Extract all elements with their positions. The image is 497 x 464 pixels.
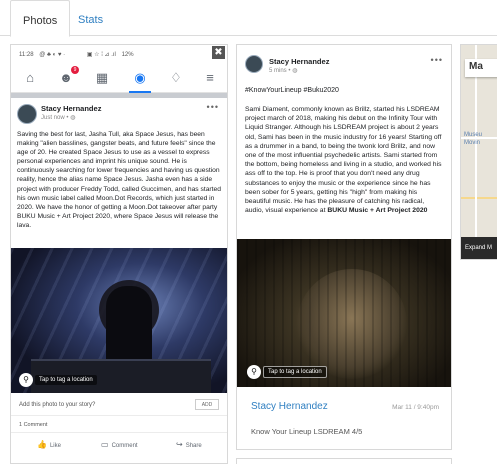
post-photo[interactable]: ⚲ Tap to tag a location: [11, 248, 227, 393]
post-meta: Just now • ◍: [41, 115, 76, 121]
map-title: Ma: [465, 59, 497, 77]
post-card-screenshot: ✖ 11:28 @ ♣ ◐ ♥ · ▣ ☆ ⁞ ⊿ .ıl 12% ⌂ ☻ 9 …: [10, 44, 228, 464]
post-hashtags: #KnowYourLineup #Buku2020: [245, 87, 339, 94]
status-right-icons: ▣ ☆ ⁞ ⊿ .ıl: [86, 52, 116, 58]
comment-count[interactable]: 1 Comment: [11, 415, 227, 433]
marketplace-icon[interactable]: ▦: [93, 69, 111, 87]
home-icon[interactable]: ⌂: [21, 69, 39, 87]
selected-tab-indicator: [129, 91, 151, 93]
tag-location-label: Tap to tag a location: [35, 374, 97, 385]
phone-status-bar: 11:28 @ ♣ ◐ ♥ · ▣ ☆ ⁞ ⊿ .ıl 12%: [11, 45, 227, 63]
author-name[interactable]: Stacy Hernandez: [41, 104, 101, 113]
status-battery: 12%: [121, 52, 134, 58]
post-body-text: Sami Diament, commonly known as Brillz, …: [245, 106, 442, 215]
thumbs-up-icon: 👍: [37, 440, 47, 449]
story-prompt: Add this photo to your story? ADD: [11, 393, 227, 415]
notification-badge: 9: [71, 66, 79, 74]
tab-photos[interactable]: Photos: [10, 0, 71, 37]
profile-icon[interactable]: ◉: [131, 69, 149, 87]
map-card[interactable]: Ma Museu Movin Expand M: [460, 44, 497, 260]
next-post-card[interactable]: [236, 458, 452, 464]
post-date: Mar 11 / 9:40pm: [392, 404, 439, 411]
story-prompt-text: Add this photo to your story?: [19, 402, 96, 408]
expand-map-button[interactable]: Expand M: [461, 237, 497, 259]
share-button[interactable]: ↪ Share: [176, 440, 202, 449]
like-button[interactable]: 👍 Like: [37, 440, 61, 449]
location-pin-icon: ⚲: [247, 364, 261, 379]
location-pin-icon: ⚲: [19, 372, 33, 387]
share-icon: ↪: [176, 440, 183, 449]
avatar[interactable]: [245, 55, 263, 73]
tag-location-label: Tap to tag a location: [263, 365, 327, 378]
post-actions: 👍 Like ▭ Comment ↪ Share: [11, 433, 227, 455]
map-place-label: Museu Movin: [464, 132, 483, 146]
post-photo[interactable]: ⚲ Tap to tag a location: [237, 239, 451, 387]
share-label: Share: [185, 443, 202, 449]
facebook-nav-bar: ⌂ ☻ 9 ▦ ◉ ♢ ≡: [11, 63, 227, 93]
status-time: 11:28: [19, 52, 34, 58]
post-header: Stacy Hernandez 5 mins • ◍ •••: [237, 45, 451, 79]
post-author-link[interactable]: Stacy Hernandez: [251, 401, 328, 412]
performer: [106, 286, 152, 366]
comment-label: Comment: [111, 443, 138, 449]
post-body: Saving the best for last, Jasha Tull, ak…: [17, 131, 221, 229]
status-left-icons: @ ♣ ◐ ♥ ·: [39, 52, 66, 58]
post-info: Stacy Hernandez Mar 11 / 9:40pm Know You…: [237, 387, 451, 449]
author-name[interactable]: Stacy Hernandez: [269, 57, 329, 66]
menu-icon[interactable]: ≡: [201, 69, 219, 87]
close-icon[interactable]: ✖: [212, 46, 225, 59]
more-options-icon[interactable]: •••: [207, 102, 219, 112]
post-meta: 5 mins • ◍: [269, 68, 298, 74]
avatar[interactable]: [17, 104, 37, 124]
groups-icon[interactable]: ☻ 9: [57, 66, 79, 87]
tab-stats[interactable]: Stats: [66, 0, 115, 36]
bell-icon[interactable]: ♢: [167, 69, 185, 87]
post-header: Stacy Hernandez Just now • ◍ •••: [11, 98, 227, 126]
more-options-icon[interactable]: •••: [431, 55, 443, 65]
post-body-bold: BUKU Music + Art Project 2020: [327, 207, 428, 215]
comment-icon: ▭: [101, 440, 109, 449]
post-body: Sami Diament, commonly known as Brillz, …: [237, 99, 451, 239]
like-label: Like: [49, 443, 61, 449]
tag-location-button[interactable]: ⚲ Tap to tag a location: [247, 363, 327, 379]
tab-bar: Photos Stats: [0, 0, 497, 37]
post-card[interactable]: Stacy Hernandez 5 mins • ◍ ••• #KnowYour…: [236, 44, 452, 450]
add-to-story-button[interactable]: ADD: [195, 399, 219, 410]
tag-location-button[interactable]: ⚲ Tap to tag a location: [19, 371, 97, 387]
post-caption: Know Your Lineup LSDREAM 4/5: [251, 427, 363, 436]
map[interactable]: [461, 45, 497, 259]
comment-button[interactable]: ▭ Comment: [101, 440, 138, 449]
